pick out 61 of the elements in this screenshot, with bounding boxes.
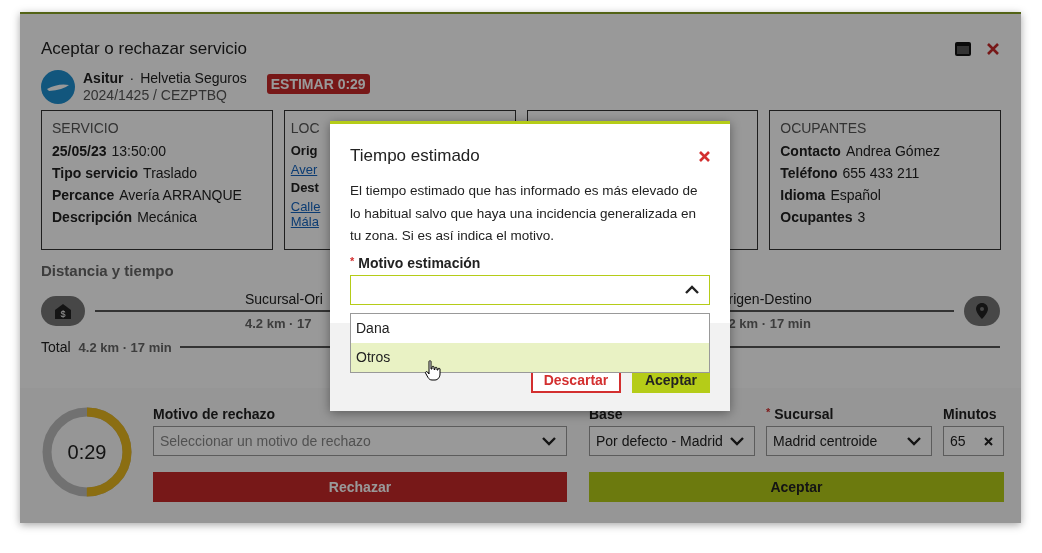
- branch-select[interactable]: Madrid centroide: [766, 426, 932, 456]
- dropdown-option[interactable]: Otros: [351, 343, 709, 372]
- dropdown-option[interactable]: Dana: [351, 314, 709, 343]
- field-value: 655 433 211: [842, 164, 920, 183]
- segment-name: rigen-Destino: [728, 291, 812, 308]
- field-value: Español: [830, 186, 881, 205]
- total-value: 4.2 km · 17 min: [78, 339, 172, 355]
- address-link[interactable]: Aver: [290, 162, 318, 177]
- reject-button[interactable]: Rechazar: [153, 472, 567, 502]
- field-label: Motivo de rechazo: [153, 406, 277, 424]
- countdown-text: 0:29: [66, 441, 108, 464]
- field-label: Dest: [290, 179, 319, 197]
- chevron-down-icon: [907, 436, 921, 446]
- field-label: Teléfono: [780, 164, 838, 183]
- card-heading: LOC: [290, 120, 321, 136]
- window-title: Aceptar o rechazar servicio: [41, 39, 248, 59]
- field-value: Andrea Gómez: [845, 142, 941, 161]
- location-pin-icon: [976, 303, 988, 319]
- field-value: Avería ARRANQUE: [119, 186, 242, 205]
- minutes-field[interactable]: 65: [943, 426, 1004, 456]
- total-label: Total: [41, 339, 71, 355]
- insurer-name: Helvetia Seguros: [140, 70, 247, 87]
- segment-metrics: 4.2 km · 17: [245, 316, 312, 331]
- reject-reason-select[interactable]: Seleccionar un motivo de rechazo: [153, 426, 567, 456]
- field-value: 3: [857, 208, 866, 227]
- chevron-up-icon: [685, 285, 699, 294]
- house-dollar-icon: $: [55, 303, 71, 319]
- dialog-message: El tiempo estimado que has informado es más elevado de lo habitual salvo que haya una incidencia generalizada en tu zona. Si es así indica el motivo.: [350, 182, 699, 245]
- field-value: Mecánica: [137, 208, 198, 227]
- dialog-title: Tiempo estimado: [350, 146, 480, 166]
- accept-button[interactable]: Aceptar: [589, 472, 1004, 502]
- close-icon[interactable]: [699, 150, 710, 162]
- chevron-down-icon: [730, 436, 744, 446]
- estimate-badge: ESTIMAR 0:29: [266, 74, 370, 94]
- close-icon[interactable]: [987, 43, 999, 55]
- field-label: Descripción: [52, 208, 133, 227]
- clear-icon[interactable]: [984, 436, 993, 446]
- field-label: Contacto: [780, 142, 841, 161]
- field-label: 25/05/23: [52, 142, 107, 161]
- address-link[interactable]: Mála: [290, 214, 319, 229]
- field-label: Ocupantes: [780, 208, 853, 227]
- field-label: Idioma: [780, 186, 826, 205]
- segment-name: Sucursal-Ori: [245, 291, 323, 308]
- field-label: Tipo servicio: [52, 164, 139, 183]
- section-title: Distancia y tiempo: [41, 262, 174, 279]
- reference-text: 2024/1425 / CEZPTBQ: [83, 87, 228, 104]
- company-name: Asitur: [83, 70, 124, 87]
- separator-dot: ·: [129, 70, 135, 87]
- field-label: Orig: [290, 142, 318, 160]
- field-label: * Motivo estimación: [350, 254, 482, 271]
- address-link[interactable]: Calle: [290, 199, 321, 214]
- field-label: * Sucursal: [766, 406, 835, 424]
- card-heading: SERVICIO: [52, 120, 120, 136]
- card-heading: OCUPANTES: [780, 120, 868, 136]
- company-logo-icon: [41, 70, 75, 104]
- field-label: Minutos: [943, 406, 998, 424]
- field-value: 13:50:00: [111, 142, 166, 161]
- base-select[interactable]: Por defecto - Madrid: [589, 426, 755, 456]
- field-value: Traslado: [143, 164, 198, 183]
- field-label: Percance: [52, 186, 115, 205]
- chevron-down-icon: [542, 436, 556, 446]
